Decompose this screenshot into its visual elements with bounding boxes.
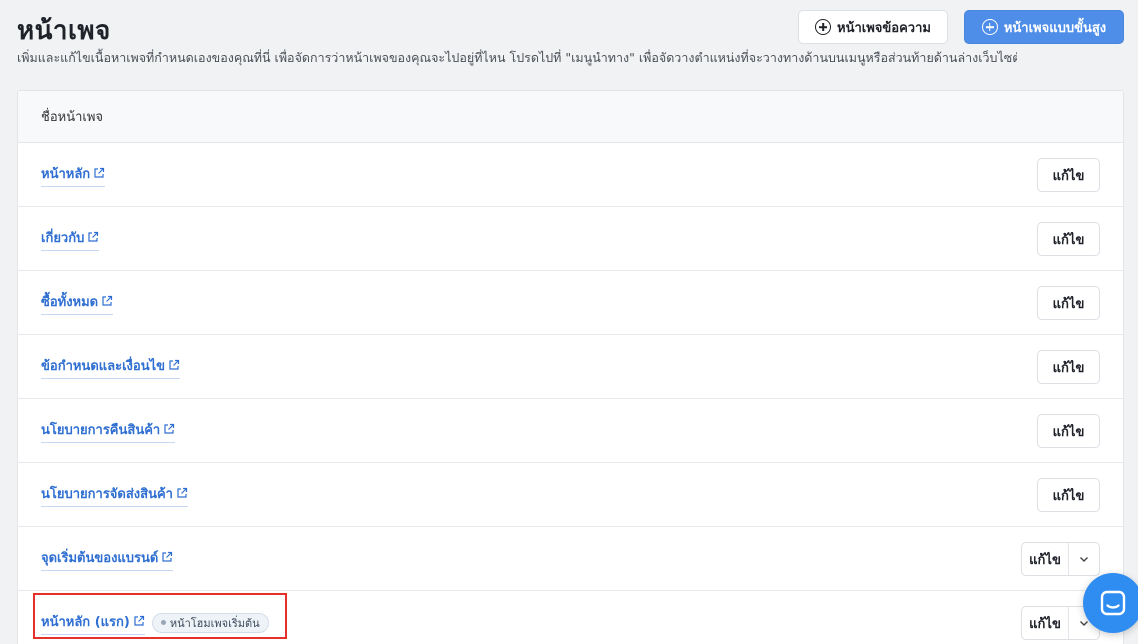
page-link[interactable]: ซื้อทั้งหมด	[41, 291, 114, 315]
external-link-icon	[94, 167, 105, 178]
table-row: ซื้อทั้งหมด แก้ไข	[18, 271, 1123, 335]
table-row: หน้าหลัก แก้ไข	[18, 143, 1123, 207]
page-title: หน้าเพจ	[17, 16, 111, 46]
more-options-button[interactable]	[1069, 543, 1099, 575]
edit-button[interactable]: แก้ไข	[1037, 222, 1100, 256]
page-link[interactable]: จุดเริ่มต้นของแบรนด์	[41, 547, 174, 571]
pages-table: ชื่อหน้าเพจ หน้าหลัก แก้ไข เกี่ยวกับ แก้…	[17, 90, 1124, 644]
table-row: นโยบายการคืนสินค้า แก้ไข	[18, 399, 1123, 463]
edit-split-button: แก้ไข	[1021, 542, 1100, 576]
page-name: จุดเริ่มต้นของแบรนด์	[41, 550, 159, 566]
table-row: ข้อกำหนดและเงื่อนไข แก้ไข	[18, 335, 1123, 399]
external-link-icon	[88, 231, 99, 242]
column-header-page-name: ชื่อหน้าเพจ	[41, 110, 104, 125]
external-link-icon	[102, 295, 113, 306]
external-link-icon	[162, 551, 173, 562]
badge-label: หน้าโฮมเพจเริ่มต้น	[169, 616, 260, 630]
edit-button[interactable]: แก้ไข	[1037, 478, 1100, 512]
add-advanced-page-label: หน้าเพจแบบขั้นสูง	[1003, 20, 1107, 36]
page-link[interactable]: นโยบายการจัดส่งสินค้า	[41, 483, 188, 507]
badge-dot	[160, 620, 166, 625]
chevron-down-icon	[1080, 557, 1088, 562]
table-row: นโยบายการจัดส่งสินค้า แก้ไข	[18, 463, 1123, 527]
pages-screen: หน้าเพจ เพิ่มและแก้ไขเนื้อหาเพจที่กำหนดเ…	[0, 0, 1138, 644]
page-link[interactable]: ข้อกำหนดและเงื่อนไข	[41, 355, 181, 379]
edit-button[interactable]: แก้ไข	[1037, 286, 1100, 320]
page-link[interactable]: นโยบายการคืนสินค้า	[41, 419, 176, 443]
page-link[interactable]: หน้าหลัก (แรก)	[41, 611, 145, 635]
edit-button[interactable]: แก้ไข	[1037, 414, 1100, 448]
plus-circle-icon	[981, 19, 998, 35]
external-link-icon	[134, 615, 144, 626]
page-name: ซื้อทั้งหมด	[41, 294, 99, 310]
edit-button[interactable]: แก้ไข	[1037, 350, 1100, 384]
page-link[interactable]: เกี่ยวกับ	[41, 227, 100, 251]
table-row: หน้าหลัก (แรก) หน้าโฮมเพจเริ่มต้น แก้ไข	[18, 591, 1123, 644]
page-link[interactable]: หน้าหลัก	[41, 163, 106, 187]
plus-circle-icon	[815, 19, 832, 35]
chat-launcher-button[interactable]	[1083, 573, 1138, 633]
page-name: ข้อกำหนดและเงื่อนไข	[41, 358, 166, 374]
default-homepage-badge: หน้าโฮมเพจเริ่มต้น	[151, 612, 269, 633]
page-description: เพิ่มและแก้ไขเนื้อหาเพจที่กำหนดเองของคุณ…	[17, 50, 1017, 65]
table-header: ชื่อหน้าเพจ	[18, 91, 1123, 143]
page-name: หน้าหลัก	[41, 166, 91, 182]
chat-icon	[1100, 590, 1126, 616]
table-row: เกี่ยวกับ แก้ไข	[18, 207, 1123, 271]
external-link-icon	[169, 359, 180, 370]
edit-button[interactable]: แก้ไข	[1022, 607, 1069, 639]
edit-button[interactable]: แก้ไข	[1022, 543, 1069, 575]
page-name: เกี่ยวกับ	[41, 230, 85, 246]
add-text-page-label: หน้าเพจข้อความ	[837, 20, 931, 36]
external-link-icon	[177, 487, 188, 498]
add-text-page-button[interactable]: หน้าเพจข้อความ	[798, 10, 948, 44]
page-name: นโยบายการจัดส่งสินค้า	[41, 486, 173, 502]
external-link-icon	[164, 423, 175, 434]
table-row: จุดเริ่มต้นของแบรนด์ แก้ไข	[18, 527, 1123, 591]
add-advanced-page-button[interactable]: หน้าเพจแบบขั้นสูง	[964, 10, 1124, 44]
page-name: นโยบายการคืนสินค้า	[41, 422, 161, 438]
edit-button[interactable]: แก้ไข	[1037, 158, 1100, 192]
page-name: หน้าหลัก (แรก)	[41, 614, 130, 630]
